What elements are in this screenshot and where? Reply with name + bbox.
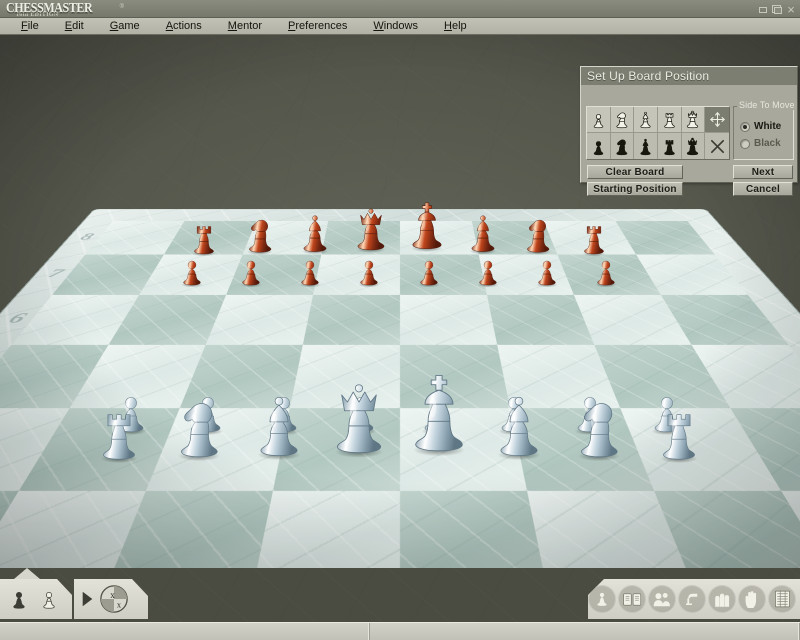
toolbar-lamp-button[interactable] — [678, 585, 706, 613]
cancel-button[interactable]: Cancel — [733, 182, 793, 196]
palette-black-knight[interactable] — [610, 133, 635, 159]
maximize-button[interactable] — [771, 4, 783, 15]
status-cell-right — [370, 623, 800, 640]
svg-text:x: x — [110, 591, 115, 601]
status-bar — [0, 622, 800, 640]
menu-item-windows[interactable]: Windows — [360, 19, 431, 33]
radio-white-label: White — [754, 121, 782, 132]
menu-label-actions: ctions — [173, 20, 202, 32]
game-mode-tray[interactable]: x x — [74, 579, 148, 619]
menu-item-game[interactable]: Game — [97, 19, 153, 33]
scoresheet-icon — [774, 590, 791, 608]
player-indicator-tray[interactable] — [0, 579, 72, 619]
menu-label-file: ile — [27, 20, 39, 32]
piece-icon — [593, 590, 611, 608]
side-to-move-group: Side To Move White Black — [733, 100, 797, 160]
palette-white-knight[interactable] — [610, 107, 635, 133]
toolbar-cards-button[interactable] — [618, 585, 646, 613]
window-controls: × — [757, 2, 797, 16]
menu-label-preferences: references — [295, 20, 348, 32]
fingers-icon — [713, 591, 732, 608]
hand-icon — [744, 590, 761, 609]
lamp-icon — [683, 590, 701, 608]
setup-board-position-dialog[interactable]: Set Up Board Position Side To Move White… — [580, 66, 798, 196]
toolbar-expand-tab[interactable] — [14, 568, 40, 579]
radio-black[interactable]: Black — [740, 138, 781, 149]
menu-item-file[interactable]: File — [8, 19, 52, 33]
piece-palette[interactable] — [586, 106, 730, 160]
close-button[interactable]: × — [785, 3, 797, 16]
menu-label-edit: dit — [72, 20, 84, 32]
status-cell-left — [0, 623, 370, 640]
title-bar: CHESSMASTER 10th EDITION ® × — [0, 0, 800, 18]
palette-white-rook[interactable] — [657, 107, 682, 133]
minimize-button[interactable] — [757, 4, 769, 15]
people-icon — [653, 591, 672, 608]
menu-item-mentor[interactable]: Mentor — [215, 19, 275, 33]
palette-white-queen[interactable] — [681, 107, 706, 133]
menu-bar: File Edit Game Actions Mentor Preference… — [0, 18, 800, 35]
palette-white-pawn[interactable] — [587, 107, 611, 133]
menu-item-actions[interactable]: Actions — [153, 19, 215, 33]
registered-mark-icon: ® — [119, 4, 124, 10]
app-logo: CHESSMASTER 10th EDITION ® — [6, 0, 126, 18]
menu-item-preferences[interactable]: Preferences — [275, 19, 360, 33]
palette-move-arrows-icon[interactable] — [705, 107, 729, 133]
white-pawn-icon[interactable] — [36, 584, 62, 614]
palette-black-queen[interactable] — [681, 133, 706, 159]
setup-dialog-title: Set Up Board Position — [581, 67, 797, 85]
app-title: CHESSMASTER — [6, 0, 93, 16]
toolbar-people-button[interactable] — [648, 585, 676, 613]
play-arrow-icon[interactable] — [79, 584, 95, 614]
next-button[interactable]: Next — [733, 165, 793, 179]
palette-white-bishop[interactable] — [634, 107, 658, 133]
tool-buttons-tray[interactable] — [588, 579, 800, 619]
menu-item-edit[interactable]: Edit — [52, 19, 97, 33]
chessmaster-window: CHESSMASTER 10th EDITION ® × File Edit G… — [0, 0, 800, 640]
radio-black-indicator[interactable] — [740, 138, 750, 149]
clear-board-button[interactable]: Clear Board — [587, 165, 683, 179]
board-scene[interactable]: ABCDEFGH87654321 — [0, 35, 800, 568]
cards-icon — [622, 592, 642, 607]
palette-black-pawn[interactable] — [587, 133, 611, 159]
menu-label-help: elp — [451, 20, 467, 32]
toolbar-scoresheet-button[interactable] — [768, 585, 796, 613]
radio-white-indicator[interactable] — [740, 121, 750, 132]
radio-white[interactable]: White — [740, 121, 781, 132]
menu-label-mentor: entor — [236, 20, 263, 32]
toolbar-fingers-button[interactable] — [708, 585, 736, 613]
side-to-move-legend: Side To Move — [737, 100, 797, 110]
menu-item-help[interactable]: Help — [431, 19, 480, 33]
menu-label-game: ame — [118, 20, 140, 32]
menu-label-windows: indows — [383, 20, 418, 32]
palette-black-bishop[interactable] — [634, 133, 658, 159]
black-pawn-icon[interactable] — [6, 584, 32, 614]
palette-delete-x-icon[interactable] — [705, 133, 729, 159]
starting-position-button[interactable]: Starting Position — [587, 182, 683, 196]
palette-black-rook[interactable] — [657, 133, 682, 159]
toolbar-hand-button[interactable] — [738, 585, 766, 613]
board-quadrant-icon[interactable]: x x — [98, 584, 130, 614]
setup-dialog-body: Side To Move White Black Clear Board Sta… — [581, 85, 797, 196]
radio-black-label: Black — [754, 138, 781, 149]
